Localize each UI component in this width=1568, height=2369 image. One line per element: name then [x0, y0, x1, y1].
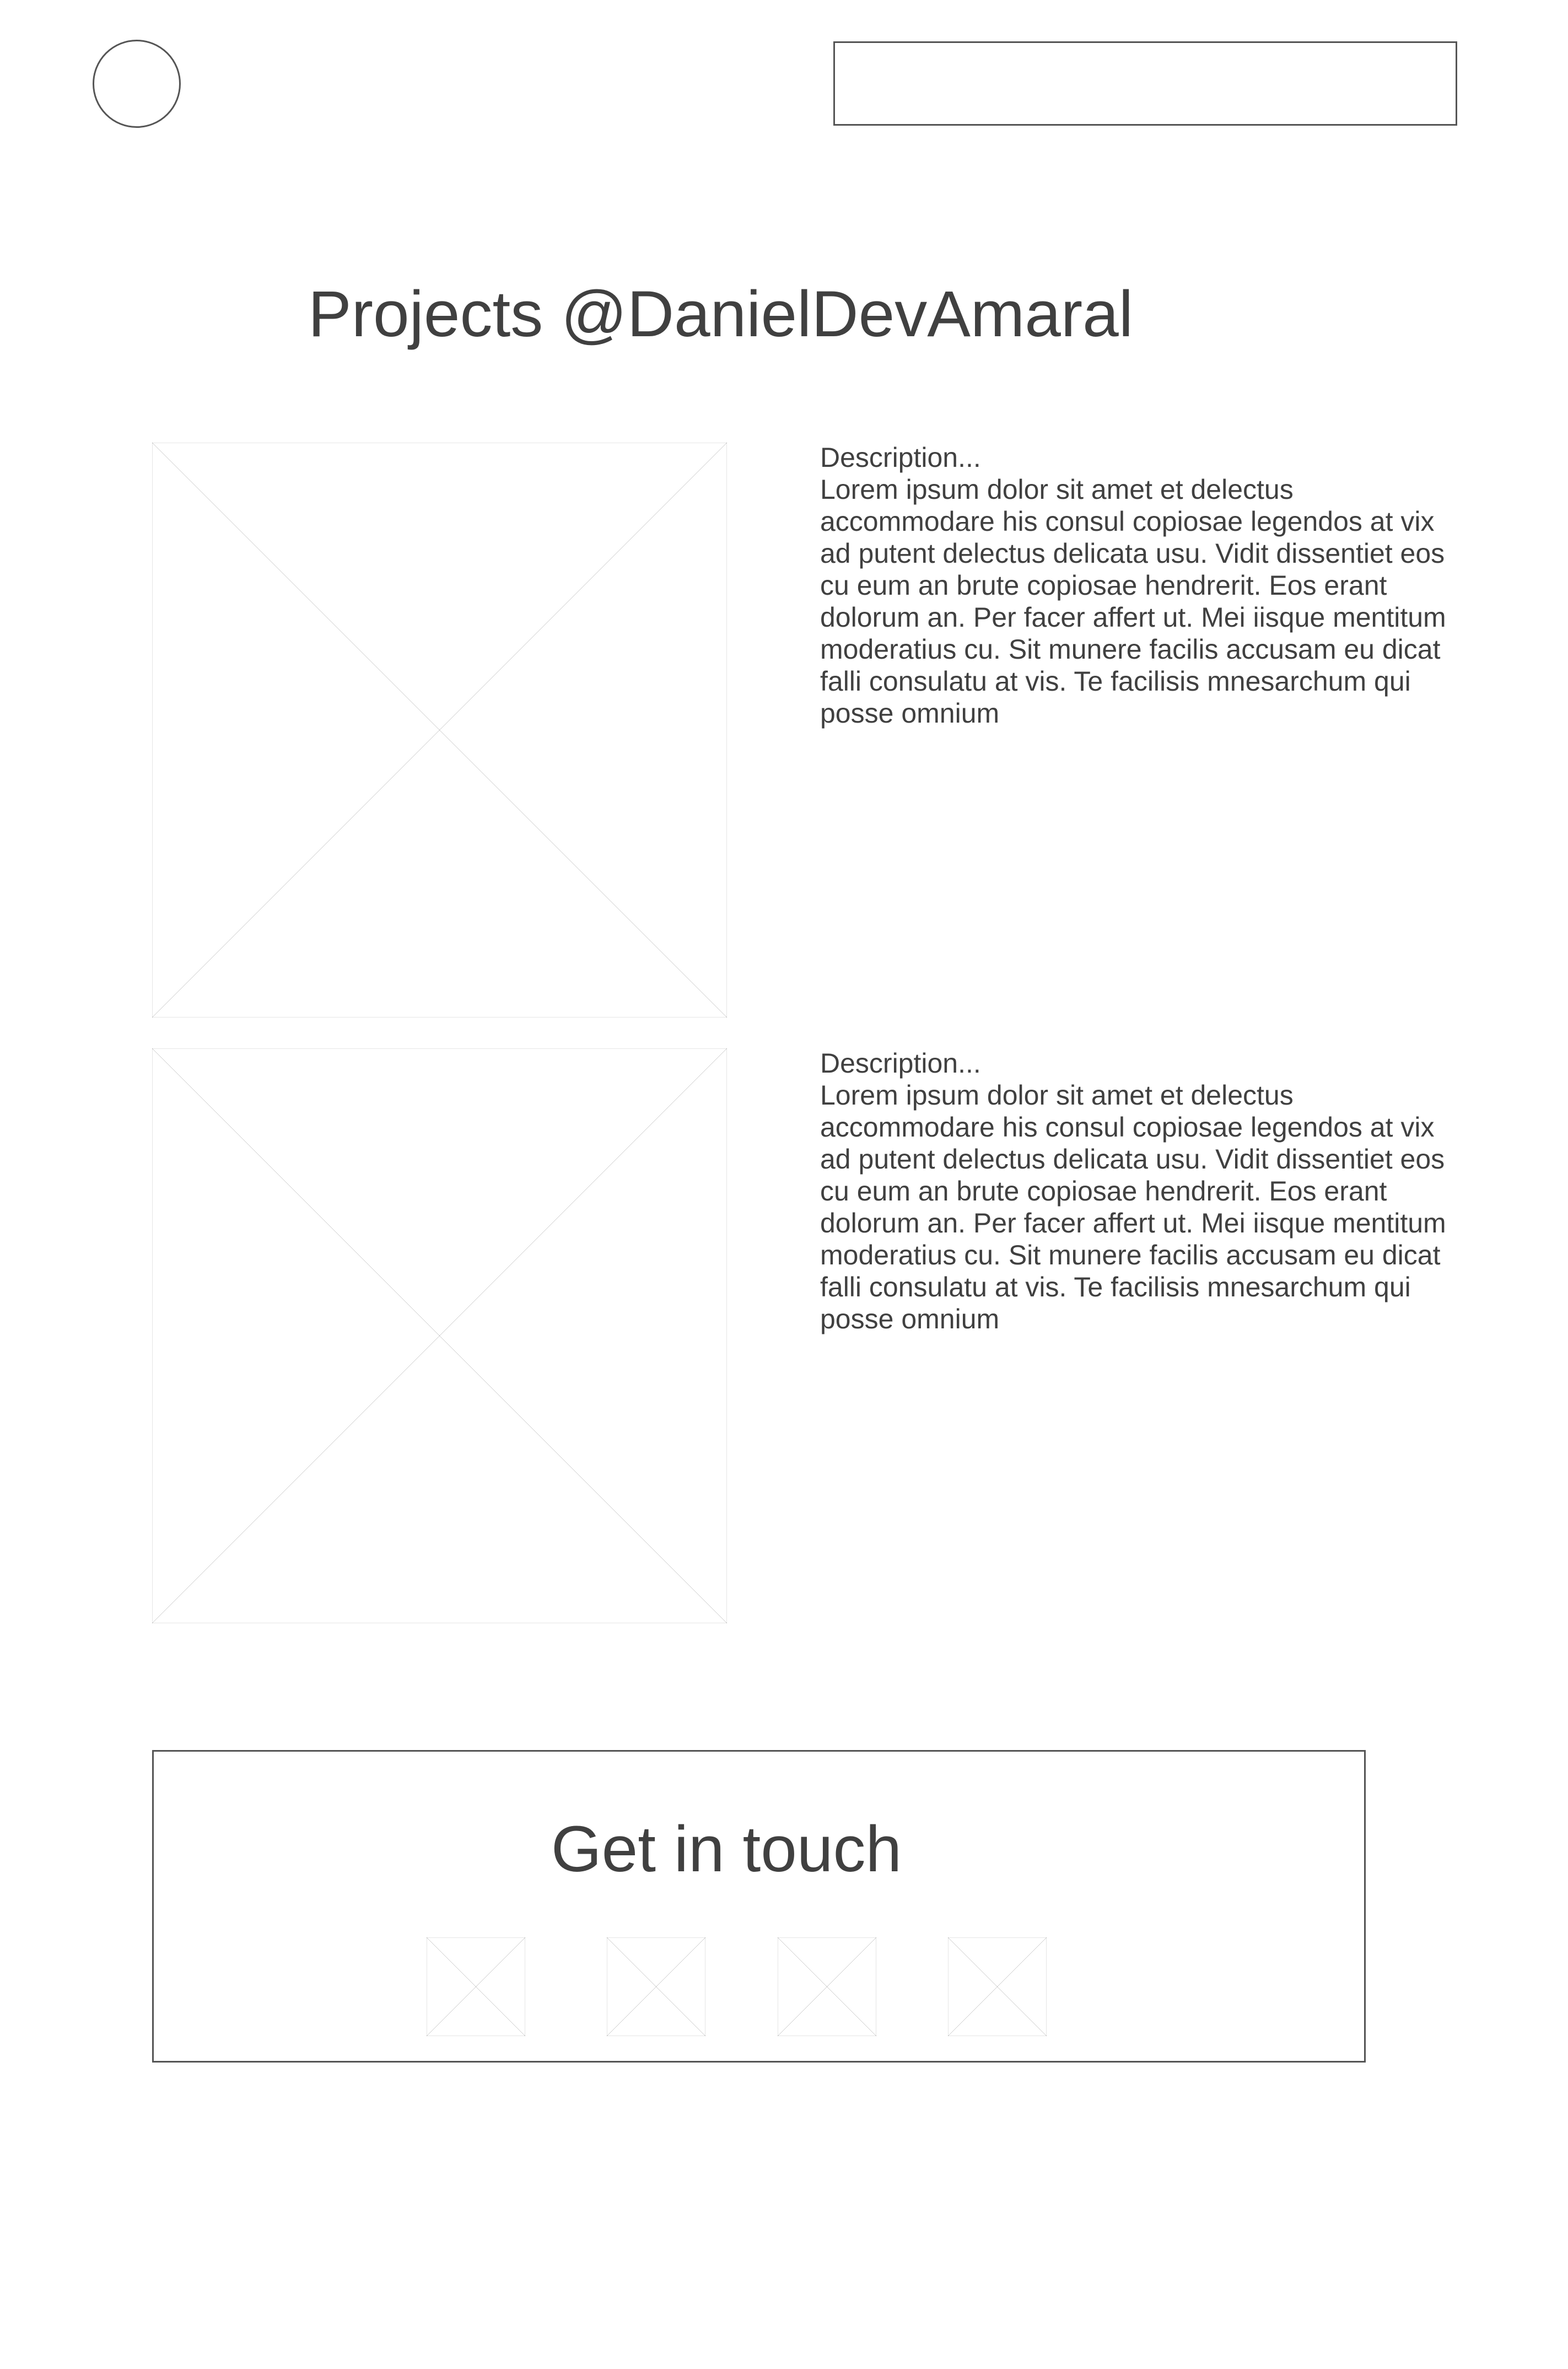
project-description: Description... Lorem ipsum dolor sit ame… — [820, 442, 1465, 729]
nav-placeholder[interactable] — [833, 41, 1457, 126]
project-description-body: Lorem ipsum dolor sit amet et delectus a… — [820, 474, 1446, 729]
project-description-heading: Description... — [820, 442, 981, 473]
social-link-placeholder-icon[interactable] — [778, 1937, 876, 2036]
project-description: Description... Lorem ipsum dolor sit ame… — [820, 1047, 1465, 1335]
contact-section — [152, 1750, 1366, 2063]
page-title: Projects @DanielDevAmaral — [308, 278, 1133, 351]
project-description-heading: Description... — [820, 1048, 981, 1079]
project-image-placeholder-icon[interactable] — [152, 1048, 727, 1623]
contact-title: Get in touch — [551, 1813, 902, 1886]
logo-circle-icon[interactable] — [93, 40, 181, 128]
project-description-body: Lorem ipsum dolor sit amet et delectus a… — [820, 1080, 1446, 1334]
social-link-placeholder-icon[interactable] — [427, 1937, 525, 2036]
project-image-placeholder-icon[interactable] — [152, 443, 727, 1017]
social-link-placeholder-icon[interactable] — [948, 1937, 1047, 2036]
social-link-placeholder-icon[interactable] — [607, 1937, 705, 2036]
